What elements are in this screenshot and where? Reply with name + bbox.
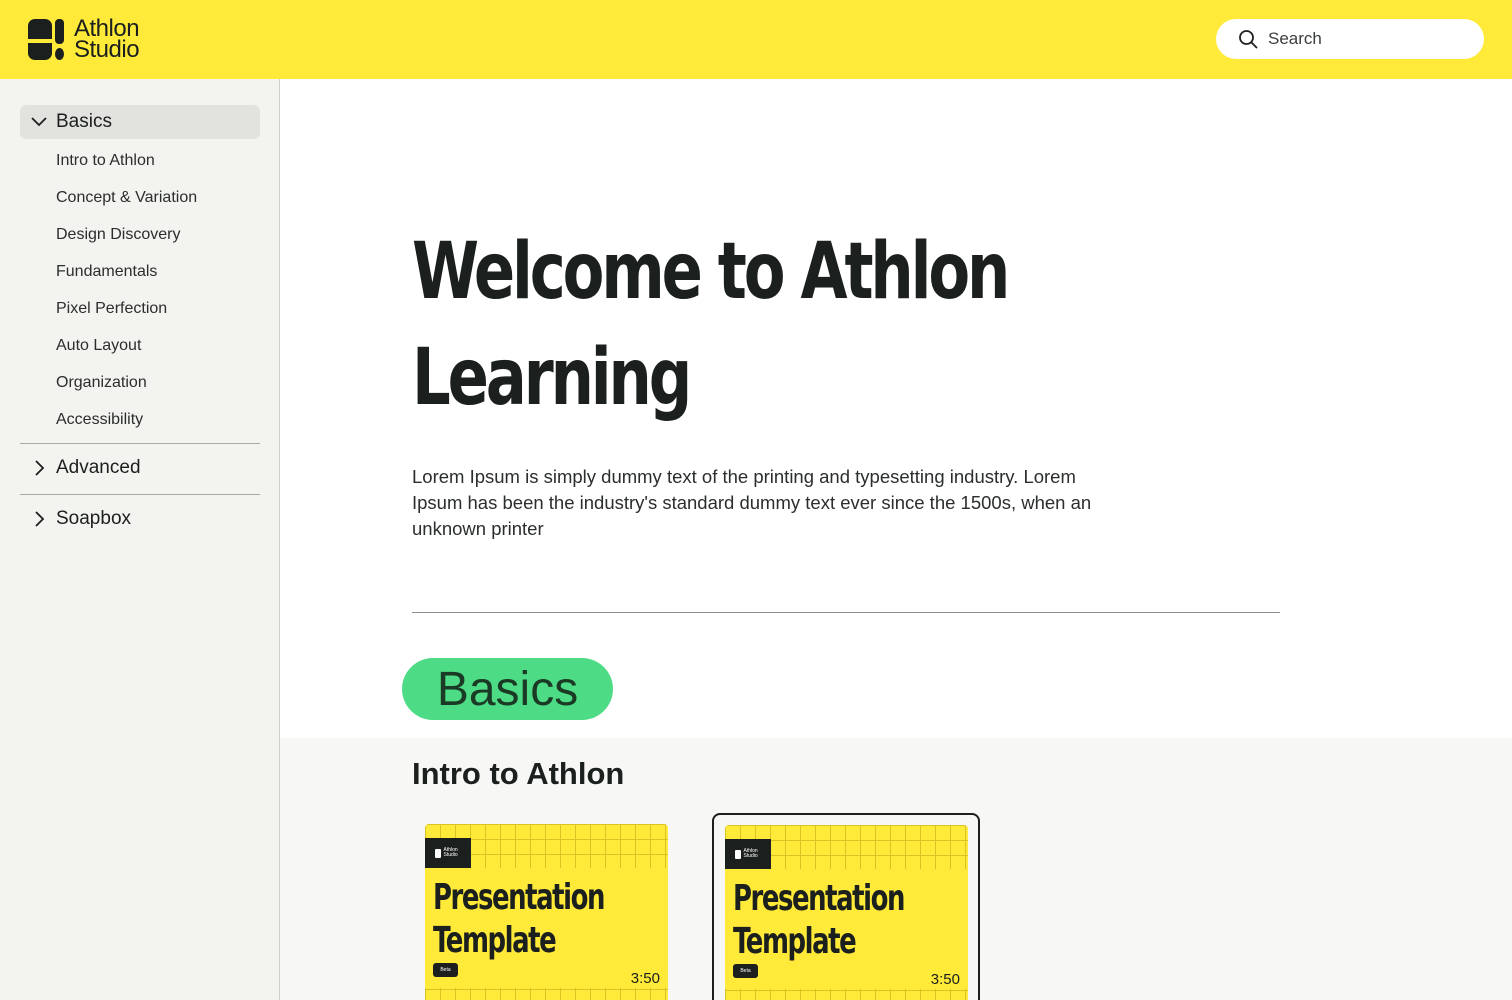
chevron-right-icon bbox=[35, 460, 45, 476]
main-content: Welcome to Athlon Learning Lorem Ipsum i… bbox=[280, 79, 1512, 1000]
sidebar-item-concept-variation[interactable]: Concept & Variation bbox=[56, 189, 197, 207]
video-duration: 3:50 bbox=[930, 971, 960, 988]
thumbnail-logo: Athlon Studio bbox=[425, 838, 471, 868]
sidebar-item-fundamentals[interactable]: Fundamentals bbox=[56, 263, 157, 281]
chevron-down-icon bbox=[31, 117, 47, 127]
search-box[interactable] bbox=[1216, 19, 1484, 59]
lesson-thumbnail: Athlon Studio Presentation Template Beta… bbox=[725, 825, 968, 1000]
section-pill: Basics bbox=[402, 658, 613, 720]
sidebar-group-label: Basics bbox=[56, 111, 112, 132]
sidebar-divider bbox=[20, 443, 260, 444]
thumbnail-tag: Beta bbox=[433, 963, 458, 977]
brand-logo[interactable]: Athlon Studio bbox=[28, 15, 140, 63]
sidebar-item-pixel-perfection[interactable]: Pixel Perfection bbox=[56, 300, 167, 318]
lesson-thumbnail: Athlon Studio Presentation Template Beta… bbox=[425, 824, 668, 1000]
sidebar-item-accessibility[interactable]: Accessibility bbox=[56, 411, 143, 429]
sidebar-item-auto-layout[interactable]: Auto Layout bbox=[56, 337, 141, 355]
sidebar-item-intro-to-athlon[interactable]: Intro to Athlon bbox=[56, 152, 155, 170]
logo-icon bbox=[28, 18, 64, 60]
thumbnail-logo: Athlon Studio bbox=[725, 839, 771, 869]
content-divider bbox=[412, 612, 1280, 613]
thumbnail-title: Presentation Template bbox=[433, 877, 605, 961]
logo-text: Athlon Studio bbox=[74, 15, 140, 63]
sidebar-group-label: Soapbox bbox=[56, 508, 132, 529]
sidebar-item-organization[interactable]: Organization bbox=[56, 374, 147, 392]
thumbnail-title: Presentation Template bbox=[733, 878, 905, 962]
page-title: Welcome to Athlon Learning bbox=[412, 227, 1010, 423]
sidebar-group-advanced[interactable]: Advanced bbox=[20, 451, 260, 485]
sidebar-group-soapbox[interactable]: Soapbox bbox=[20, 502, 260, 536]
lesson-card[interactable]: Athlon Studio Presentation Template Beta… bbox=[413, 813, 681, 1000]
chevron-right-icon bbox=[35, 511, 45, 527]
intro-paragraph: Lorem Ipsum is simply dummy text of the … bbox=[412, 466, 1092, 539]
sidebar-group-basics[interactable]: Basics bbox=[20, 105, 260, 139]
video-duration: 3:50 bbox=[630, 970, 660, 987]
lesson-section: Intro to Athlon Athlon Studio Presentati… bbox=[280, 738, 1512, 1000]
top-header: Athlon Studio bbox=[0, 0, 1512, 79]
sidebar-item-design-discovery[interactable]: Design Discovery bbox=[56, 226, 180, 244]
search-input[interactable] bbox=[1268, 29, 1468, 49]
sidebar-divider bbox=[20, 494, 260, 495]
lesson-card-selected[interactable]: Athlon Studio Presentation Template Beta… bbox=[712, 813, 980, 1000]
thumbnail-tag: Beta bbox=[733, 964, 758, 978]
search-icon bbox=[1239, 30, 1258, 49]
section-title: Intro to Athlon bbox=[412, 756, 625, 791]
sidebar-group-label: Advanced bbox=[56, 457, 141, 478]
sidebar-nav: Basics Intro to Athlon Concept & Variati… bbox=[0, 79, 280, 1000]
